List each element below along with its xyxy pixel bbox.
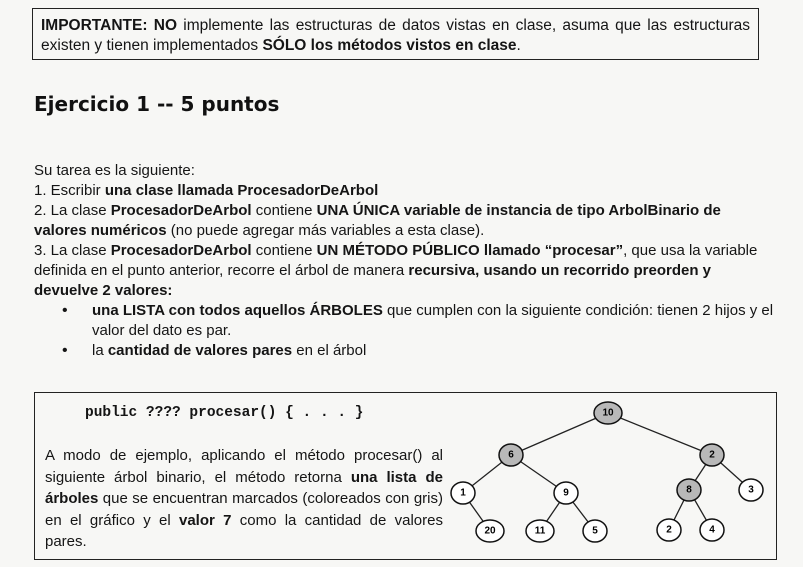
point-1: 1. Escribir una clase llamada Procesador… [34, 182, 379, 199]
point-3: 3. La clase ProcesadorDeArbol contiene U… [34, 242, 758, 299]
exercise-title: Ejercicio 1 -- 5 puntos [34, 92, 280, 116]
tree-node-label: 10 [602, 408, 614, 419]
list-item: una LISTA con todos aquellos ÁRBOLES que… [34, 301, 774, 341]
tree-node-n9: 9 [553, 481, 579, 505]
tree-node-n11: 11 [525, 519, 555, 543]
list-item: la cantidad de valores pares en el árbol [34, 341, 774, 361]
notice-no: NO [153, 17, 177, 34]
tree-node-label: 2 [709, 450, 715, 461]
binary-tree-diagram: 10 6 2 1 9 8 3 20 11 5 2 4 [450, 401, 764, 543]
tree-node-label: 5 [592, 526, 598, 537]
point-2: 2. La clase ProcesadorDeArbol contiene U… [34, 202, 721, 239]
tree-node-label: 3 [748, 485, 754, 496]
intro-line: Su tarea es la siguiente: [34, 162, 195, 179]
notice-label: IMPORTANTE: [41, 17, 148, 34]
return-values-list: una LISTA con todos aquellos ÁRBOLES que… [34, 301, 774, 361]
tree-node-label: 6 [508, 450, 514, 461]
notice-emphasis: SÓLO los métodos vistos en clase [262, 37, 517, 54]
tree-node-label: 20 [484, 526, 496, 537]
tree-node-label: 2 [666, 525, 672, 536]
tree-node-n5: 5 [582, 519, 608, 543]
tree-node-label: 9 [563, 488, 569, 499]
tree-node-n8: 8 [676, 478, 702, 502]
tree-node-n4: 4 [699, 518, 725, 542]
tree-node-label: 11 [535, 526, 546, 537]
tree-node-label: 1 [460, 488, 466, 499]
example-box: public ???? procesar() { . . . } A modo … [34, 392, 777, 560]
tree-node-label: 8 [686, 485, 692, 496]
tree-node-n6: 6 [498, 443, 524, 467]
tree-node-n20: 20 [475, 519, 505, 543]
exercise-statement: Su tarea es la siguiente: 1. Escribir un… [34, 161, 774, 361]
tree-node-n2a: 2 [699, 443, 725, 467]
tree-node-n3: 3 [738, 478, 764, 502]
tree-node-n10: 10 [593, 401, 623, 425]
tree-node-n2b: 2 [656, 518, 682, 542]
tree-edge [510, 412, 609, 456]
tree-node-label: 4 [709, 525, 715, 536]
tree-node-n1: 1 [450, 481, 476, 505]
tree-edge [607, 412, 713, 456]
important-notice: IMPORTANTE: NO implemente las estructura… [32, 8, 759, 60]
